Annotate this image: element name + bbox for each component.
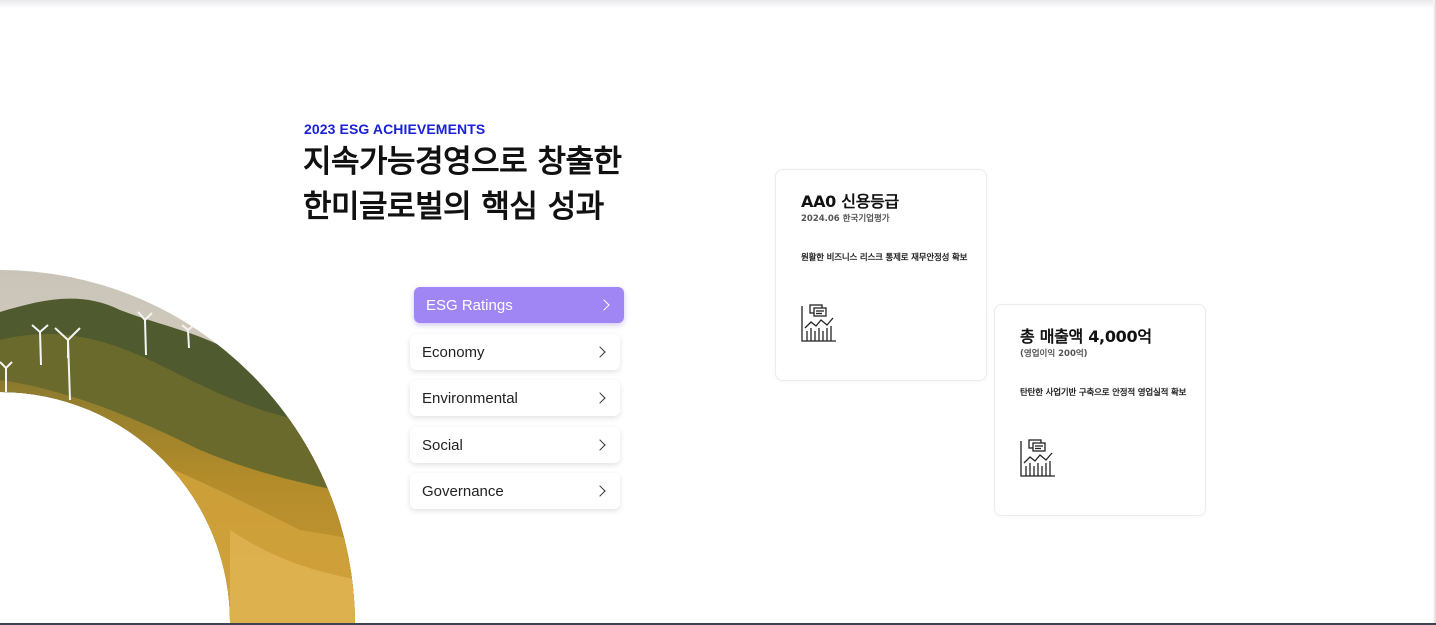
chevron-right-icon — [594, 392, 606, 404]
section-headline: 지속가능경영으로 창출한 한미글로벌의 핵심 성과 — [303, 140, 622, 230]
menu-item-esg-ratings[interactable]: ESG Ratings — [414, 287, 624, 323]
chevron-right-icon — [594, 439, 606, 451]
menu-item-label: Environmental — [422, 389, 518, 407]
menu-item-environmental[interactable]: Environmental — [410, 380, 620, 416]
menu-item-governance[interactable]: Governance — [410, 473, 620, 509]
card-subtitle: 2024.06 한국기업평가 — [801, 214, 890, 224]
chevron-right-icon — [594, 485, 606, 497]
headline-line-1: 지속가능경영으로 창출한 — [303, 144, 622, 180]
menu-item-label: ESG Ratings — [426, 296, 513, 314]
achievement-card-credit-rating: AA0 신용등급 2024.06 한국기업평가 원활한 비즈니스 리스크 통제로… — [775, 169, 987, 381]
menu-item-label: Economy — [422, 343, 485, 361]
report-chart-icon — [1020, 439, 1055, 477]
chevron-right-icon — [594, 346, 606, 358]
report-chart-icon — [801, 304, 836, 342]
menu-item-label: Governance — [422, 482, 504, 500]
card-subtitle: (영업이익 200억) — [1020, 349, 1088, 359]
menu-item-label: Social — [422, 436, 463, 454]
card-description: 탄탄한 사업기반 구축으로 안정적 영업실적 확보 — [1020, 388, 1187, 398]
top-shadow — [0, 0, 1436, 8]
card-description: 원활한 비즈니스 리스크 통제로 재무안정성 확보 — [801, 253, 968, 263]
achievement-card-revenue: 총 매출액 4,000억 (영업이익 200억) 탄탄한 사업기반 구축으로 안… — [994, 304, 1206, 516]
card-title: 총 매출액 4,000억 — [1020, 327, 1152, 346]
headline-line-2: 한미글로벌의 핵심 성과 — [303, 189, 604, 225]
card-title: AA0 신용등급 — [801, 192, 899, 211]
menu-item-social[interactable]: Social — [410, 427, 620, 463]
wind-farm-landscape-image — [0, 270, 360, 625]
chevron-right-icon — [598, 299, 610, 311]
menu-item-economy[interactable]: Economy — [410, 334, 620, 370]
section-eyebrow: 2023 ESG ACHIEVEMENTS — [304, 121, 486, 137]
